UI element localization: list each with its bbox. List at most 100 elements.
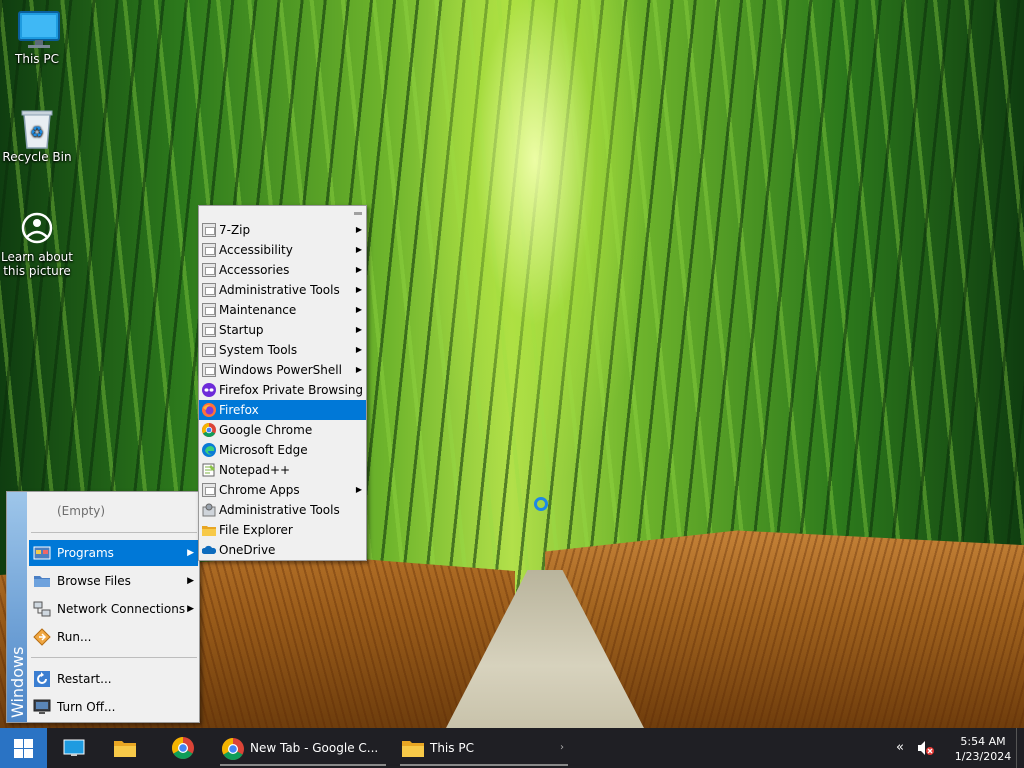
menu-item-label: Accessories [219,263,290,277]
desktop-icon-this-pc[interactable]: This PC [0,10,74,66]
clock-date: 1/23/2024 [954,750,1012,763]
taskbar-chrome-pinned-button[interactable] [163,728,203,768]
folder-icon [202,223,216,237]
firefox-icon [202,403,216,417]
programs-submenu: 7-Zip ▶ Accessibility ▶ Accessories ▶ Ad… [198,205,367,561]
program-item-google-chrome[interactable]: Google Chrome [199,420,366,440]
desktop-icon-learn-about-picture[interactable]: Learn about this picture [0,208,74,278]
turn-off-icon [33,698,51,716]
firefox-private-icon [202,383,216,397]
submenu-arrow-icon: ▶ [355,365,362,374]
menu-item-label: Google Chrome [219,423,313,437]
submenu-arrow-icon: ▶ [187,576,194,586]
menu-item-label: File Explorer [219,523,293,537]
taskbar-clock[interactable]: 5:54 AM 1/23/2024 [948,734,1018,764]
program-item-windows-powershell[interactable]: Windows PowerShell ▶ [199,360,366,380]
file-explorer-icon [114,741,136,757]
menu-separator [31,657,197,658]
folder-icon [202,363,216,377]
program-item-notepad-plus-plus[interactable]: Notepad++ [199,460,366,480]
chrome-icon [202,423,216,437]
taskbar-task-new-tab-chrome[interactable]: New Tab - Google C... [220,728,386,768]
menu-item-label: Firefox Private Browsing [219,383,364,397]
program-item-accessories[interactable]: Accessories ▶ [199,260,366,280]
folder-icon [202,263,216,277]
edge-icon [202,443,216,457]
windows-logo-icon [14,739,33,758]
restart-icon [33,670,51,688]
start-menu-item-browse-files[interactable]: Browse Files ▶ [29,568,198,594]
menu-item-label: Restart... [57,672,112,686]
start-menu-item-programs[interactable]: Programs ▶ [29,540,198,566]
start-menu-item-turn-off[interactable]: Turn Off... [29,694,198,720]
program-item-maintenance[interactable]: Maintenance ▶ [199,300,366,320]
menu-item-label: Windows PowerShell [219,363,342,377]
menu-item-label: OneDrive [219,543,276,557]
start-menu-item-empty: (Empty) [29,498,198,524]
tray-overflow-chevron-icon[interactable]: « [890,728,910,768]
desktop-icon-label: This PC [15,52,59,66]
folder-icon [202,343,216,357]
taskbar-task-label: This PC [430,741,474,755]
program-item-administrative-tools[interactable]: Administrative Tools [199,500,366,520]
submenu-arrow-icon: ▶ [187,604,194,614]
learn-about-picture-icon [17,208,57,248]
file-explorer-icon [402,741,424,757]
desktop-icon-recycle-bin[interactable]: ♻ Recycle Bin [0,108,74,164]
submenu-arrow-icon: ▶ [355,325,362,334]
folder-icon [202,303,216,317]
menu-item-label: Administrative Tools [219,283,340,297]
program-item-microsoft-edge[interactable]: Microsoft Edge [199,440,366,460]
program-item-system-tools[interactable]: System Tools ▶ [199,340,366,360]
menu-item-label: Programs [57,546,114,560]
menu-item-label: Maintenance [219,303,297,317]
menu-item-label: (Empty) [57,504,106,518]
taskbar: New Tab - Google C... This PC › « [0,728,1024,768]
taskbar-show-desktop-button[interactable] [52,728,96,768]
folder-icon [202,243,216,257]
start-menu-band: Windows [7,492,27,722]
menu-item-label: 7-Zip [219,223,251,237]
folder-icon [33,572,51,590]
admin-tools-icon [202,503,216,517]
chrome-icon [222,738,244,760]
start-menu-item-restart[interactable]: Restart... [29,666,198,692]
taskbar-task-label: New Tab - Google C... [250,741,379,755]
submenu-arrow-icon: ▶ [355,305,362,314]
program-item-chrome-apps[interactable]: Chrome Apps ▶ [199,480,366,500]
program-item-accessibility[interactable]: Accessibility ▶ [199,240,366,260]
menu-item-label: Microsoft Edge [219,443,308,457]
menu-item-label: Notepad++ [219,463,291,477]
program-item-7zip[interactable]: 7-Zip ▶ [199,220,366,240]
submenu-grip [354,212,362,215]
program-item-administrative-tools-folder[interactable]: Administrative Tools ▶ [199,280,366,300]
program-item-onedrive[interactable]: OneDrive [199,540,366,560]
menu-item-label: System Tools [219,343,298,357]
desktop-icon [63,739,85,756]
folder-icon [202,483,216,497]
submenu-arrow-icon: ▶ [355,245,362,254]
start-menu-band-label: Windows [8,646,27,718]
menu-item-label: Firefox [219,403,259,417]
start-menu-item-network-connections[interactable]: Network Connections ▶ [29,596,198,622]
clock-time: 5:54 AM [960,735,1006,748]
recycle-bin-icon: ♻ [17,108,57,149]
task-overflow-chevron-icon: › [560,742,564,753]
menu-item-label: Turn Off... [57,700,116,714]
program-item-file-explorer[interactable]: File Explorer [199,520,366,540]
network-icon [33,600,51,618]
desktop-icon-label: Learn about this picture [1,250,73,278]
menu-item-label: Accessibility [219,243,293,257]
taskbar-task-this-pc[interactable]: This PC › [400,728,568,768]
program-item-firefox-private-browsing[interactable]: Firefox Private Browsing [199,380,366,400]
taskbar-file-explorer-button[interactable] [102,728,146,768]
file-explorer-icon [202,523,216,537]
folder-icon [202,283,216,297]
program-item-startup[interactable]: Startup ▶ [199,320,366,340]
tray-volume-muted-icon[interactable] [914,728,938,768]
menu-item-label: Browse Files [57,574,131,588]
start-menu-item-run[interactable]: Run... [29,624,198,650]
program-item-firefox[interactable]: Firefox [199,400,366,420]
start-button[interactable] [0,728,47,768]
submenu-arrow-icon: ▶ [355,265,362,274]
